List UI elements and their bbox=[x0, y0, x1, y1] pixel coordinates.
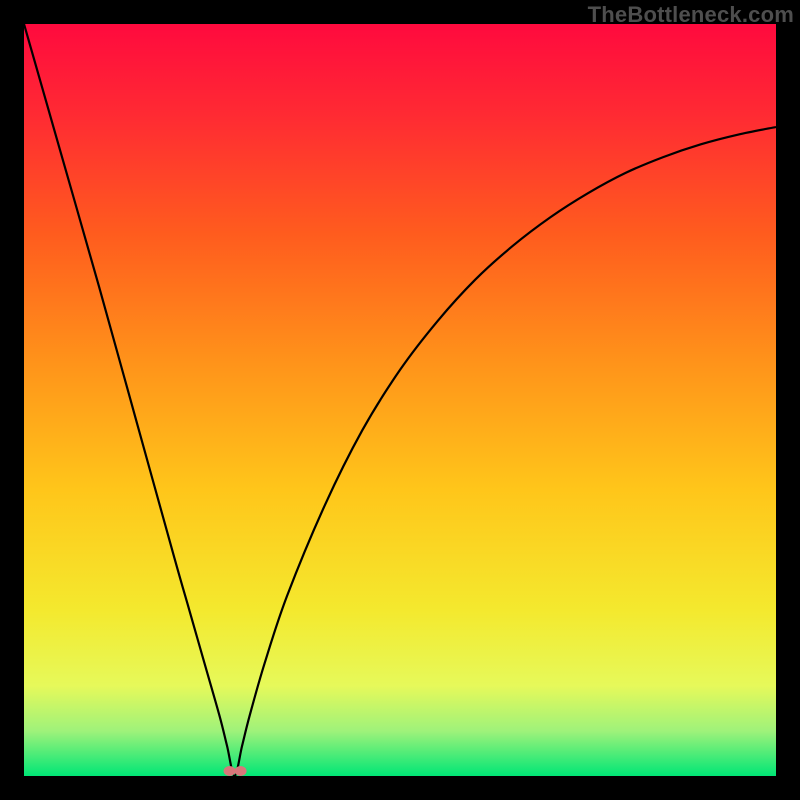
watermark-text: TheBottleneck.com bbox=[588, 2, 794, 28]
chart-background bbox=[24, 24, 776, 776]
chart-frame bbox=[24, 24, 776, 776]
chart-svg bbox=[24, 24, 776, 776]
